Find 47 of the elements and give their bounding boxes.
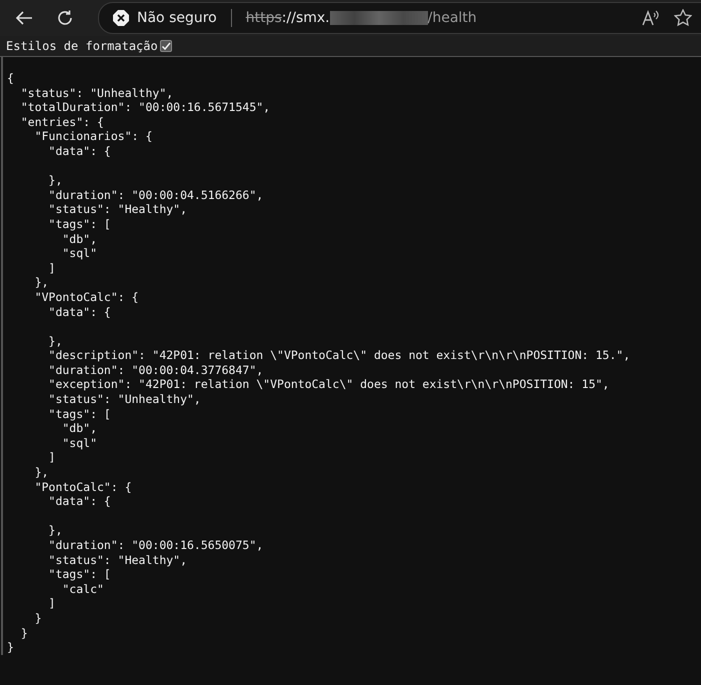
json-line: "db", xyxy=(61,232,98,246)
json-line: "VPontoCalc": { xyxy=(34,290,140,304)
json-line: "PontoCalc": { xyxy=(34,480,133,494)
json-line: } xyxy=(34,610,43,626)
json-line: "description": "42P01: relation \"VPontoCalc\" does not exist\r\n\r\nPOSITION: 15.", xyxy=(48,348,632,363)
json-line: } xyxy=(7,640,15,655)
json-line: }, xyxy=(48,334,64,348)
read-aloud-icon[interactable] xyxy=(642,10,660,26)
json-line: "totalDuration": "00:00:16.5671545", xyxy=(20,100,272,115)
json-line: "duration": "00:00:04.3776847", xyxy=(48,362,264,378)
json-line: "status": "Healthy", xyxy=(48,552,188,568)
json-line: "tags": [ xyxy=(48,406,112,422)
json-line: { xyxy=(7,71,15,86)
json-line: "exception": "42P01: relation \"VPontoCalc\" does not exist\r\n\r\nPOSITION: 15", xyxy=(48,377,610,392)
json-line: "data": { xyxy=(48,304,112,320)
json-line: }, xyxy=(34,465,50,480)
json-line: "sql" xyxy=(61,436,98,450)
json-line: ] xyxy=(48,596,56,611)
star-icon[interactable] xyxy=(674,9,692,27)
json-line: }, xyxy=(48,523,64,538)
json-line: "Funcionarios": { xyxy=(34,129,154,144)
json-line: "sql" xyxy=(61,246,98,261)
json-line: "data": { xyxy=(48,144,112,159)
url-path: /health xyxy=(428,10,477,26)
json-line: "status": "Healthy", xyxy=(48,202,188,217)
json-line: ] xyxy=(48,260,56,276)
security-label[interactable]: Não seguro xyxy=(137,10,217,26)
json-line: "duration": "00:00:16.5650075", xyxy=(48,538,264,553)
url-scheme: https xyxy=(246,10,282,26)
formatting-label: Estilos de formatação xyxy=(6,39,158,53)
json-line: "tags": [ xyxy=(48,567,112,582)
json-line: "entries": { xyxy=(20,114,105,130)
json-line: "calc" xyxy=(61,582,105,596)
url-host: ://smx. xyxy=(282,10,330,26)
json-line: "status": "Unhealthy", xyxy=(48,392,202,407)
json-line: "db", xyxy=(61,421,98,436)
json-line: } xyxy=(20,626,29,640)
json-line: }, xyxy=(34,275,50,290)
formatting-checkbox[interactable] xyxy=(160,40,172,52)
json-line: "data": { xyxy=(48,494,112,509)
json-line: "duration": "00:00:04.5166266", xyxy=(48,188,264,202)
close-icon xyxy=(113,10,129,26)
address-bar[interactable]: Não seguro https://smx. /health xyxy=(98,2,701,34)
json-line: "tags": [ xyxy=(48,216,112,232)
json-line: "status": "Unhealthy", xyxy=(20,86,174,100)
json-line: }, xyxy=(48,173,64,188)
json-line: ] xyxy=(48,450,56,466)
